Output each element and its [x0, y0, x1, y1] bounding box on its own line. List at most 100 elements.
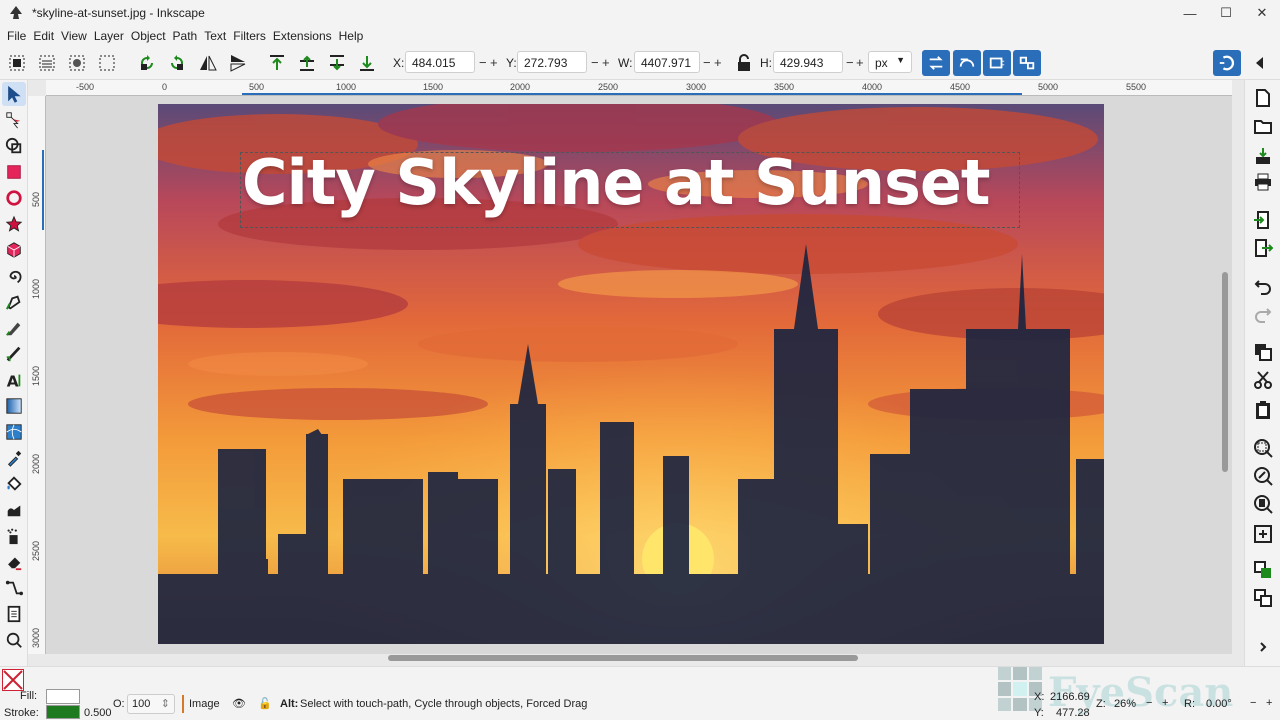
- menu-filters[interactable]: Filters: [230, 29, 269, 43]
- menu-text[interactable]: Text: [201, 29, 229, 43]
- redo-icon[interactable]: [1251, 302, 1275, 326]
- horizontal-scrollbar[interactable]: [388, 655, 858, 661]
- stroke-swatch[interactable]: [46, 705, 80, 719]
- transform-stroke-icon[interactable]: [922, 50, 950, 76]
- flip-vertical-icon[interactable]: [226, 51, 250, 75]
- spray-tool-icon[interactable]: [2, 524, 26, 548]
- horizontal-ruler[interactable]: -500 0 500 1000 1500 2000 2500 3000 3500…: [46, 80, 1232, 96]
- w-field[interactable]: 4407.971: [634, 51, 700, 73]
- x-increment-button[interactable]: +: [490, 55, 498, 70]
- raise-icon[interactable]: [295, 51, 319, 75]
- import-icon[interactable]: [1251, 208, 1275, 232]
- h-decrement-button[interactable]: −: [846, 55, 854, 70]
- new-document-icon[interactable]: [1251, 86, 1275, 110]
- raise-to-top-icon[interactable]: [265, 51, 289, 75]
- rectangle-tool-icon[interactable]: [2, 160, 26, 184]
- gradient-tool-icon[interactable]: [2, 394, 26, 418]
- cut-icon[interactable]: [1251, 368, 1275, 392]
- rotate-increment-button[interactable]: +: [1266, 697, 1272, 709]
- menu-extensions[interactable]: Extensions: [270, 29, 335, 43]
- x-decrement-button[interactable]: −: [479, 55, 487, 70]
- zoom-tool-icon[interactable]: [2, 628, 26, 652]
- minimize-icon[interactable]: —: [1172, 0, 1208, 26]
- zoom-page-icon[interactable]: [1251, 492, 1275, 516]
- connector-tool-icon[interactable]: [2, 576, 26, 600]
- paint-bucket-tool-icon[interactable]: [2, 472, 26, 496]
- undo-icon[interactable]: [1251, 274, 1275, 298]
- rotate-ccw-icon[interactable]: [135, 51, 159, 75]
- shape-builder-tool-icon[interactable]: [2, 134, 26, 158]
- zoom-value[interactable]: 26%: [1114, 698, 1136, 710]
- dropper-tool-icon[interactable]: [2, 446, 26, 470]
- tweak-tool-icon[interactable]: [2, 498, 26, 522]
- zoom-decrement-button[interactable]: −: [1146, 697, 1152, 709]
- deselect-icon[interactable]: [95, 51, 119, 75]
- menu-edit[interactable]: Edit: [30, 29, 57, 43]
- menu-file[interactable]: File: [4, 29, 29, 43]
- zoom-selection-icon[interactable]: [1251, 436, 1275, 460]
- y-decrement-button[interactable]: −: [591, 55, 599, 70]
- unit-select[interactable]: px ▼: [868, 51, 912, 73]
- pages-tool-icon[interactable]: [2, 602, 26, 626]
- save-icon[interactable]: [1251, 144, 1275, 168]
- panel-toggle-icon[interactable]: [1248, 51, 1272, 75]
- select-same-icon[interactable]: [65, 51, 89, 75]
- snap-toggle-icon[interactable]: [1213, 50, 1241, 76]
- ellipse-tool-icon[interactable]: [2, 186, 26, 210]
- menu-path[interactable]: Path: [170, 29, 201, 43]
- pen-tool-icon[interactable]: [2, 290, 26, 314]
- pencil-tool-icon[interactable]: [2, 316, 26, 340]
- h-field[interactable]: 429.943: [773, 51, 843, 73]
- flip-horizontal-icon[interactable]: [196, 51, 220, 75]
- text-tool-icon[interactable]: A: [2, 368, 26, 392]
- transform-patterns-icon[interactable]: [1013, 50, 1041, 76]
- h-increment-button[interactable]: +: [856, 55, 864, 70]
- sunset-skyline-image[interactable]: City Skyline at Sunset: [158, 104, 1104, 644]
- chevron-right-icon[interactable]: [1251, 640, 1275, 654]
- w-decrement-button[interactable]: −: [703, 55, 711, 70]
- select-all-icon[interactable]: [5, 51, 29, 75]
- zoom-center-icon[interactable]: [1251, 522, 1275, 546]
- x-field[interactable]: 484.015: [405, 51, 475, 73]
- zoom-drawing-icon[interactable]: [1251, 464, 1275, 488]
- group-icon[interactable]: [1251, 558, 1275, 582]
- y-field[interactable]: 272.793: [517, 51, 587, 73]
- zoom-increment-button[interactable]: +: [1162, 697, 1168, 709]
- rotate-value[interactable]: 0.00°: [1206, 698, 1232, 710]
- open-folder-icon[interactable]: [1251, 114, 1275, 138]
- fill-swatch[interactable]: [46, 689, 80, 704]
- current-layer[interactable]: Image: [189, 698, 220, 710]
- stroke-width-value[interactable]: 0.500: [84, 707, 112, 719]
- menu-help[interactable]: Help: [336, 29, 367, 43]
- transform-corners-icon[interactable]: [953, 50, 981, 76]
- 3d-box-tool-icon[interactable]: [2, 238, 26, 262]
- paste-icon[interactable]: [1251, 398, 1275, 422]
- calligraphy-tool-icon[interactable]: [2, 342, 26, 366]
- lock-icon[interactable]: [732, 51, 756, 75]
- opacity-field[interactable]: 100 ⇕: [127, 694, 175, 714]
- eye-icon[interactable]: 👁: [232, 697, 246, 710]
- eraser-tool-icon[interactable]: [2, 550, 26, 574]
- y-increment-button[interactable]: +: [602, 55, 610, 70]
- w-increment-button[interactable]: +: [714, 55, 722, 70]
- menu-layer[interactable]: Layer: [91, 29, 127, 43]
- transform-gradients-icon[interactable]: [983, 50, 1011, 76]
- menu-object[interactable]: Object: [128, 29, 169, 43]
- lock-icon[interactable]: 🔓: [258, 697, 272, 710]
- maximize-icon[interactable]: ☐: [1208, 0, 1244, 26]
- menu-view[interactable]: View: [58, 29, 90, 43]
- star-tool-icon[interactable]: [2, 212, 26, 236]
- mesh-tool-icon[interactable]: [2, 420, 26, 444]
- ungroup-icon[interactable]: [1251, 586, 1275, 610]
- selector-tool-icon[interactable]: [2, 82, 26, 106]
- rotate-decrement-button[interactable]: −: [1250, 697, 1256, 709]
- select-all-layers-icon[interactable]: [35, 51, 59, 75]
- no-paint-icon[interactable]: [2, 669, 24, 691]
- duplicate-icon[interactable]: [1251, 340, 1275, 364]
- spiral-tool-icon[interactable]: [2, 264, 26, 288]
- export-icon[interactable]: [1251, 236, 1275, 260]
- close-icon[interactable]: ✕: [1244, 0, 1280, 26]
- vertical-scrollbar[interactable]: [1222, 272, 1228, 472]
- vertical-ruler[interactable]: 500 1000 1500 2000 2500 3000: [28, 96, 46, 654]
- rotate-cw-icon[interactable]: [165, 51, 189, 75]
